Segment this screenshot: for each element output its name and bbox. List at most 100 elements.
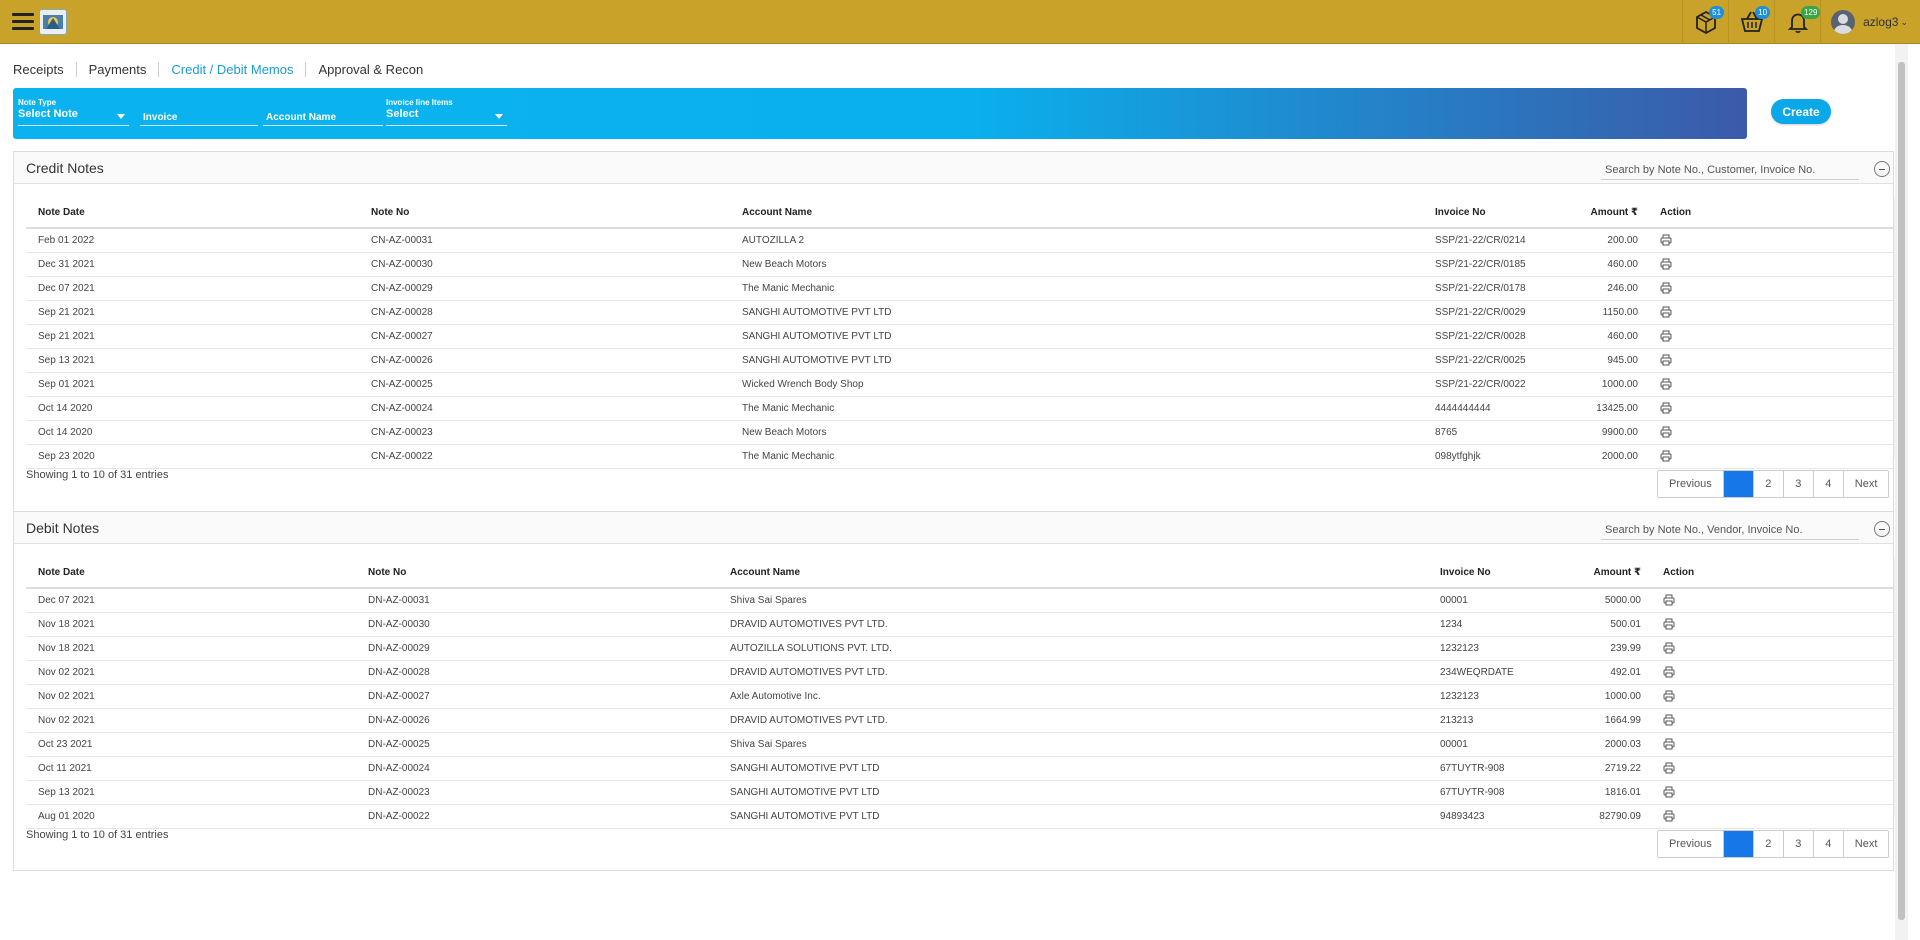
print-icon[interactable] (1663, 666, 1675, 678)
pagination-page-2[interactable]: 2 (1753, 831, 1784, 857)
cell-action (1651, 660, 1895, 685)
page-scroll-thumb[interactable] (1898, 62, 1905, 920)
table-row[interactable]: Dec 07 2021 DN-AZ-00031 Shiva Sai Spares 00… (26, 588, 1895, 613)
debit-entries-info: Showing 1 to 10 of 31 entries (26, 829, 169, 841)
print-icon[interactable] (1660, 258, 1672, 270)
pagination-page-1[interactable]: 1 (1723, 831, 1754, 857)
debit-notes-search-input[interactable] (1601, 520, 1859, 540)
credit-notes-search-input[interactable] (1601, 160, 1859, 180)
user-menu[interactable]: azlog3 ⌄ (1820, 0, 1920, 44)
print-icon[interactable] (1663, 642, 1675, 654)
col-invoice-no[interactable]: Invoice No (1423, 197, 1559, 229)
cell-amount: 2719.22 (1561, 756, 1651, 781)
print-icon[interactable] (1663, 618, 1675, 630)
menu-icon[interactable] (12, 13, 34, 31)
col-action: Action (1648, 197, 1895, 229)
print-icon[interactable] (1660, 450, 1672, 462)
print-icon[interactable] (1663, 594, 1675, 606)
pagination-page-3[interactable]: 3 (1783, 831, 1814, 857)
pagination-page-4[interactable]: 4 (1813, 471, 1844, 497)
pagination-previous[interactable]: Previous (1658, 471, 1724, 497)
app-logo[interactable] (39, 9, 67, 35)
table-row[interactable]: Oct 11 2021 DN-AZ-00024 SANGHI AUTOMOTIVE … (26, 756, 1895, 781)
print-icon[interactable] (1663, 786, 1675, 798)
tab-payments[interactable]: Payments (77, 61, 160, 77)
col-note-no[interactable]: Note No (356, 557, 718, 589)
cell-note-date: Dec 07 2021 (26, 588, 356, 613)
col-account-name[interactable]: Account Name (730, 197, 1423, 229)
pagination-next[interactable]: Next (1843, 471, 1889, 497)
cell-invoice-no: SSP/21-22/CR/0025 (1423, 348, 1559, 373)
table-row[interactable]: Sep 21 2021 CN-AZ-00028 SANGHI AUTOMOTIVE … (26, 300, 1895, 325)
pagination-page-4[interactable]: 4 (1813, 831, 1844, 857)
print-icon[interactable] (1660, 426, 1672, 438)
table-row[interactable]: Dec 31 2021 CN-AZ-00030 New Beach Motors SS… (26, 252, 1895, 277)
col-amount[interactable]: Amount ₹ (1559, 197, 1648, 229)
col-note-no[interactable]: Note No (359, 197, 730, 229)
cell-action (1651, 756, 1895, 781)
table-row[interactable]: Oct 23 2021 DN-AZ-00025 Shiva Sai Spares 00… (26, 732, 1895, 757)
tab-credit-debit-memos[interactable]: Credit / Debit Memos (159, 61, 307, 77)
package-button[interactable]: 51 (1682, 0, 1728, 44)
cell-amount: 500.01 (1561, 612, 1651, 637)
table-row[interactable]: Nov 02 2021 DN-AZ-00028 DRAVID AUTOMOTIVES… (26, 660, 1895, 685)
print-icon[interactable] (1660, 306, 1672, 318)
table-row[interactable]: Sep 21 2021 CN-AZ-00027 SANGHI AUTOMOTIVE … (26, 324, 1895, 349)
table-row[interactable]: Sep 13 2021 DN-AZ-00023 SANGHI AUTOMOTIVE … (26, 780, 1895, 805)
table-header-row: Note Date Note No Account Name Invoice N… (26, 557, 1895, 589)
cell-amount: 82790.09 (1561, 804, 1651, 829)
col-note-date[interactable]: Note Date (26, 557, 356, 589)
tab-approval-recon[interactable]: Approval & Recon (306, 62, 435, 77)
print-icon[interactable] (1660, 234, 1672, 246)
cell-note-no: CN-AZ-00025 (359, 372, 730, 397)
print-icon[interactable] (1663, 714, 1675, 726)
collapse-icon[interactable] (1874, 161, 1890, 177)
table-row[interactable]: Sep 23 2020 CN-AZ-00022 The Manic Mechanic… (26, 444, 1895, 469)
cell-amount: 1816.01 (1561, 780, 1651, 805)
col-amount[interactable]: Amount ₹ (1561, 557, 1651, 589)
table-row[interactable]: Sep 13 2021 CN-AZ-00026 SANGHI AUTOMOTIVE … (26, 348, 1895, 373)
table-row[interactable]: Oct 14 2020 CN-AZ-00023 New Beach Motors 87… (26, 420, 1895, 445)
table-row[interactable]: Nov 18 2021 DN-AZ-00030 DRAVID AUTOMOTIVES… (26, 612, 1895, 637)
table-row[interactable]: Dec 07 2021 CN-AZ-00029 The Manic Mechanic… (26, 276, 1895, 301)
credit-notes-header: Credit Notes (14, 152, 1893, 184)
table-row[interactable]: Nov 18 2021 DN-AZ-00029 AUTOZILLA SOLUTION… (26, 636, 1895, 661)
col-note-date[interactable]: Note Date (26, 197, 359, 229)
print-icon[interactable] (1663, 690, 1675, 702)
table-row[interactable]: Nov 02 2021 DN-AZ-00026 DRAVID AUTOMOTIVES… (26, 708, 1895, 733)
table-row[interactable]: Sep 01 2021 CN-AZ-00025 Wicked Wrench Body… (26, 372, 1895, 397)
print-icon[interactable] (1660, 330, 1672, 342)
print-icon[interactable] (1660, 354, 1672, 366)
pagination-page-2[interactable]: 2 (1753, 471, 1784, 497)
invoice-input[interactable]: Invoice (140, 98, 258, 126)
table-row[interactable]: Nov 02 2021 DN-AZ-00027 Axle Automotive In… (26, 684, 1895, 709)
col-account-name[interactable]: Account Name (718, 557, 1428, 589)
table-row[interactable]: Feb 01 2022 CN-AZ-00031 AUTOZILLA 2 SSP/21-… (26, 228, 1895, 253)
print-icon[interactable] (1663, 738, 1675, 750)
cell-account-name: SANGHI AUTOMOTIVE PVT LTD (718, 756, 1428, 781)
print-icon[interactable] (1663, 810, 1675, 822)
basket-button[interactable]: 10 (1728, 0, 1774, 44)
print-icon[interactable] (1660, 402, 1672, 414)
invoice-line-items-value: Select (386, 108, 419, 120)
col-invoice-no[interactable]: Invoice No (1428, 557, 1561, 589)
print-icon[interactable] (1660, 378, 1672, 390)
pagination-previous[interactable]: Previous (1658, 831, 1724, 857)
print-icon[interactable] (1660, 282, 1672, 294)
pagination-page-3[interactable]: 3 (1783, 471, 1814, 497)
note-type-select[interactable]: Note Type Select Note (18, 98, 129, 126)
table-row[interactable]: Oct 14 2020 CN-AZ-00024 The Manic Mechanic… (26, 396, 1895, 421)
cell-amount: 1000.00 (1559, 372, 1648, 397)
pagination-next[interactable]: Next (1843, 831, 1889, 857)
cell-amount: 239.99 (1561, 636, 1651, 661)
account-name-input[interactable]: Account Name (263, 98, 383, 126)
create-button[interactable]: Create (1771, 99, 1831, 124)
table-row[interactable]: Aug 01 2020 DN-AZ-00022 SANGHI AUTOMOTIVE … (26, 804, 1895, 829)
pagination-page-1[interactable]: 1 (1723, 471, 1754, 497)
collapse-icon[interactable] (1874, 521, 1890, 537)
cell-note-date: Nov 18 2021 (26, 612, 356, 637)
tab-receipts[interactable]: Receipts (13, 61, 77, 77)
invoice-line-items-select[interactable]: Invoice line Items Select (386, 98, 507, 126)
print-icon[interactable] (1663, 762, 1675, 774)
notifications-button[interactable]: 129 (1774, 0, 1821, 44)
